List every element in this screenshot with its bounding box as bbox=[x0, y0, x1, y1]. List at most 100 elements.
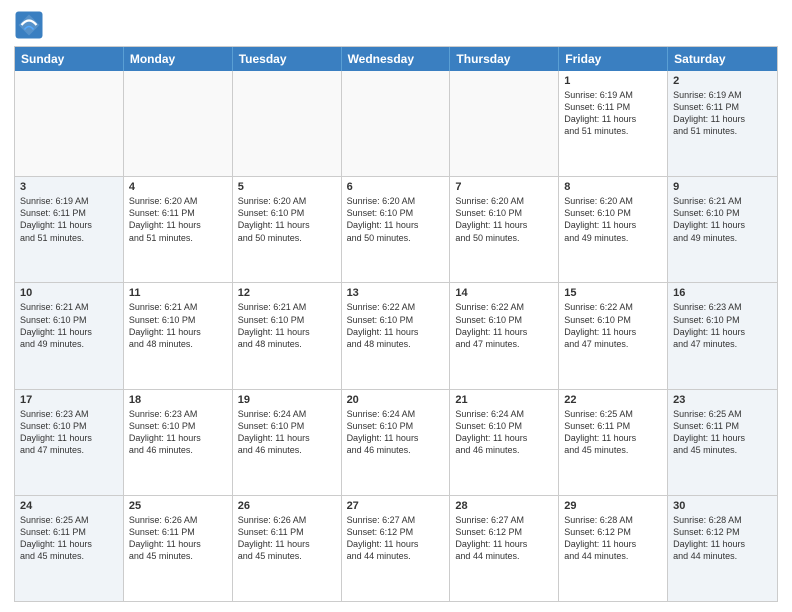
day-info: Sunrise: 6:21 AM Sunset: 6:10 PM Dayligh… bbox=[673, 195, 772, 244]
day-info: Sunrise: 6:28 AM Sunset: 6:12 PM Dayligh… bbox=[673, 514, 772, 563]
empty-cell bbox=[124, 71, 233, 176]
day-cell-17: 17 Sunrise: 6:23 AM Sunset: 6:10 PM Dayli… bbox=[15, 390, 124, 495]
day-number: 27 bbox=[347, 500, 445, 512]
day-cell-16: 16Sunrise: 6:23 AM Sunset: 6:10 PM Dayli… bbox=[668, 283, 777, 388]
day-cell-20: 20 Sunrise: 6:24 AM Sunset: 6:10 PM Dayli… bbox=[342, 390, 451, 495]
header-day-saturday: Saturday bbox=[668, 47, 777, 71]
day-cell-27: 27 Sunrise: 6:27 AM Sunset: 6:12 PM Dayli… bbox=[342, 496, 451, 601]
day-info: Sunrise: 6:24 AM Sunset: 6:10 PM Dayligh… bbox=[455, 408, 553, 457]
day-info: Sunrise: 6:20 AM Sunset: 6:10 PM Dayligh… bbox=[238, 195, 336, 244]
day-info: Sunrise: 6:19 AM Sunset: 6:11 PM Dayligh… bbox=[673, 89, 772, 138]
day-cell-12: 12 Sunrise: 6:21 AM Sunset: 6:10 PM Dayli… bbox=[233, 283, 342, 388]
day-cell-4: 4 Sunrise: 6:20 AM Sunset: 6:11 PM Daylig… bbox=[124, 177, 233, 282]
day-number: 15 bbox=[564, 287, 662, 299]
header-day-sunday: Sunday bbox=[15, 47, 124, 71]
day-info: Sunrise: 6:25 AM Sunset: 6:11 PM Dayligh… bbox=[564, 408, 662, 457]
day-cell-15: 15Sunrise: 6:22 AM Sunset: 6:10 PM Dayli… bbox=[559, 283, 668, 388]
day-number: 18 bbox=[129, 394, 227, 406]
day-number: 23 bbox=[673, 394, 772, 406]
day-cell-8: 8 Sunrise: 6:20 AM Sunset: 6:10 PM Daylig… bbox=[559, 177, 668, 282]
day-info: Sunrise: 6:22 AM Sunset: 6:10 PM Dayligh… bbox=[455, 301, 553, 350]
day-info: Sunrise: 6:27 AM Sunset: 6:12 PM Dayligh… bbox=[347, 514, 445, 563]
day-info: Sunrise: 6:26 AM Sunset: 6:11 PM Dayligh… bbox=[238, 514, 336, 563]
day-number: 17 bbox=[20, 394, 118, 406]
day-cell-26: 26 Sunrise: 6:26 AM Sunset: 6:11 PM Dayli… bbox=[233, 496, 342, 601]
logo bbox=[14, 10, 48, 40]
day-info: Sunrise: 6:21 AM Sunset: 6:10 PM Dayligh… bbox=[20, 301, 118, 350]
day-number: 20 bbox=[347, 394, 445, 406]
day-cell-10: 10 Sunrise: 6:21 AM Sunset: 6:10 PM Dayli… bbox=[15, 283, 124, 388]
day-number: 8 bbox=[564, 181, 662, 193]
day-info: Sunrise: 6:27 AM Sunset: 6:12 PM Dayligh… bbox=[455, 514, 553, 563]
day-number: 29 bbox=[564, 500, 662, 512]
header-day-friday: Friday bbox=[559, 47, 668, 71]
day-cell-3: 3Sunrise: 6:19 AM Sunset: 6:11 PM Daylig… bbox=[15, 177, 124, 282]
day-cell-5: 5 Sunrise: 6:20 AM Sunset: 6:10 PM Daylig… bbox=[233, 177, 342, 282]
day-number: 25 bbox=[129, 500, 227, 512]
logo-icon bbox=[14, 10, 44, 40]
day-number: 26 bbox=[238, 500, 336, 512]
header-day-tuesday: Tuesday bbox=[233, 47, 342, 71]
calendar-row-4: 24 Sunrise: 6:25 AM Sunset: 6:11 PM Dayli… bbox=[15, 495, 777, 601]
day-cell-11: 11Sunrise: 6:21 AM Sunset: 6:10 PM Dayli… bbox=[124, 283, 233, 388]
header bbox=[14, 10, 778, 40]
day-number: 11 bbox=[129, 287, 227, 299]
day-info: Sunrise: 6:23 AM Sunset: 6:10 PM Dayligh… bbox=[129, 408, 227, 457]
day-number: 21 bbox=[455, 394, 553, 406]
day-cell-28: 28 Sunrise: 6:27 AM Sunset: 6:12 PM Dayli… bbox=[450, 496, 559, 601]
calendar-body: 1 Sunrise: 6:19 AM Sunset: 6:11 PM Daylig… bbox=[15, 71, 777, 601]
day-info: Sunrise: 6:23 AM Sunset: 6:10 PM Dayligh… bbox=[20, 408, 118, 457]
day-info: Sunrise: 6:19 AM Sunset: 6:11 PM Dayligh… bbox=[20, 195, 118, 244]
day-info: Sunrise: 6:21 AM Sunset: 6:10 PM Dayligh… bbox=[238, 301, 336, 350]
day-number: 14 bbox=[455, 287, 553, 299]
day-cell-14: 14 Sunrise: 6:22 AM Sunset: 6:10 PM Dayli… bbox=[450, 283, 559, 388]
day-cell-25: 25 Sunrise: 6:26 AM Sunset: 6:11 PM Dayli… bbox=[124, 496, 233, 601]
day-info: Sunrise: 6:19 AM Sunset: 6:11 PM Dayligh… bbox=[564, 89, 662, 138]
day-number: 13 bbox=[347, 287, 445, 299]
day-number: 28 bbox=[455, 500, 553, 512]
calendar-row-0: 1 Sunrise: 6:19 AM Sunset: 6:11 PM Daylig… bbox=[15, 71, 777, 176]
day-info: Sunrise: 6:28 AM Sunset: 6:12 PM Dayligh… bbox=[564, 514, 662, 563]
empty-cell bbox=[342, 71, 451, 176]
header-day-monday: Monday bbox=[124, 47, 233, 71]
day-cell-23: 23Sunrise: 6:25 AM Sunset: 6:11 PM Dayli… bbox=[668, 390, 777, 495]
day-cell-1: 1 Sunrise: 6:19 AM Sunset: 6:11 PM Daylig… bbox=[559, 71, 668, 176]
day-number: 10 bbox=[20, 287, 118, 299]
day-info: Sunrise: 6:26 AM Sunset: 6:11 PM Dayligh… bbox=[129, 514, 227, 563]
empty-cell bbox=[15, 71, 124, 176]
day-cell-7: 7 Sunrise: 6:20 AM Sunset: 6:10 PM Daylig… bbox=[450, 177, 559, 282]
empty-cell bbox=[450, 71, 559, 176]
day-number: 5 bbox=[238, 181, 336, 193]
day-number: 7 bbox=[455, 181, 553, 193]
day-info: Sunrise: 6:23 AM Sunset: 6:10 PM Dayligh… bbox=[673, 301, 772, 350]
day-cell-9: 9 Sunrise: 6:21 AM Sunset: 6:10 PM Daylig… bbox=[668, 177, 777, 282]
day-cell-6: 6Sunrise: 6:20 AM Sunset: 6:10 PM Daylig… bbox=[342, 177, 451, 282]
day-number: 30 bbox=[673, 500, 772, 512]
day-number: 1 bbox=[564, 75, 662, 87]
day-info: Sunrise: 6:25 AM Sunset: 6:11 PM Dayligh… bbox=[20, 514, 118, 563]
day-number: 24 bbox=[20, 500, 118, 512]
day-cell-24: 24 Sunrise: 6:25 AM Sunset: 6:11 PM Dayli… bbox=[15, 496, 124, 601]
day-info: Sunrise: 6:20 AM Sunset: 6:10 PM Dayligh… bbox=[455, 195, 553, 244]
day-cell-13: 13 Sunrise: 6:22 AM Sunset: 6:10 PM Dayli… bbox=[342, 283, 451, 388]
day-number: 19 bbox=[238, 394, 336, 406]
day-info: Sunrise: 6:22 AM Sunset: 6:10 PM Dayligh… bbox=[347, 301, 445, 350]
day-number: 22 bbox=[564, 394, 662, 406]
day-info: Sunrise: 6:20 AM Sunset: 6:11 PM Dayligh… bbox=[129, 195, 227, 244]
day-info: Sunrise: 6:24 AM Sunset: 6:10 PM Dayligh… bbox=[347, 408, 445, 457]
day-number: 4 bbox=[129, 181, 227, 193]
day-number: 9 bbox=[673, 181, 772, 193]
day-cell-19: 19 Sunrise: 6:24 AM Sunset: 6:10 PM Dayli… bbox=[233, 390, 342, 495]
calendar-header: SundayMondayTuesdayWednesdayThursdayFrid… bbox=[15, 47, 777, 71]
empty-cell bbox=[233, 71, 342, 176]
page: SundayMondayTuesdayWednesdayThursdayFrid… bbox=[0, 0, 792, 612]
calendar-row-2: 10 Sunrise: 6:21 AM Sunset: 6:10 PM Dayli… bbox=[15, 282, 777, 388]
day-info: Sunrise: 6:20 AM Sunset: 6:10 PM Dayligh… bbox=[564, 195, 662, 244]
day-info: Sunrise: 6:24 AM Sunset: 6:10 PM Dayligh… bbox=[238, 408, 336, 457]
calendar-row-1: 3Sunrise: 6:19 AM Sunset: 6:11 PM Daylig… bbox=[15, 176, 777, 282]
day-cell-2: 2Sunrise: 6:19 AM Sunset: 6:11 PM Daylig… bbox=[668, 71, 777, 176]
day-number: 6 bbox=[347, 181, 445, 193]
calendar-row-3: 17 Sunrise: 6:23 AM Sunset: 6:10 PM Dayli… bbox=[15, 389, 777, 495]
day-number: 12 bbox=[238, 287, 336, 299]
day-cell-18: 18 Sunrise: 6:23 AM Sunset: 6:10 PM Dayli… bbox=[124, 390, 233, 495]
